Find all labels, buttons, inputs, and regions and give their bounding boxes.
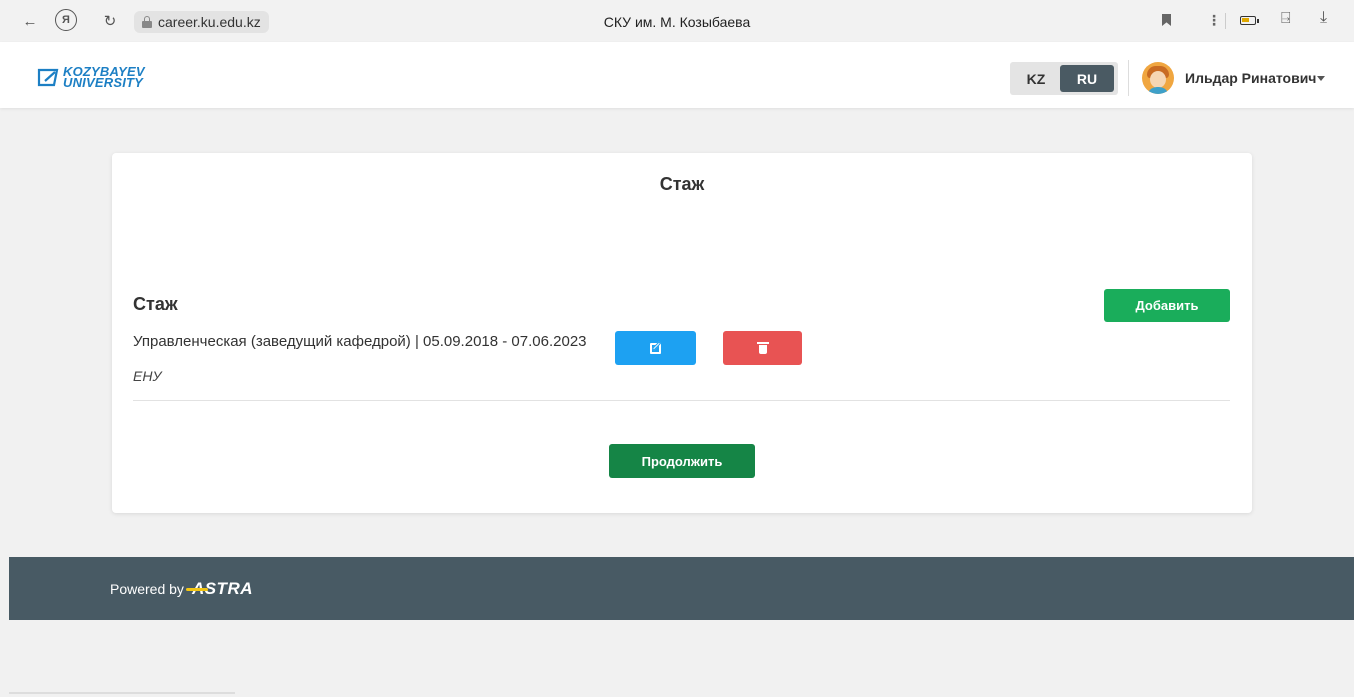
menu-icon[interactable]: ⋮ — [1207, 12, 1221, 29]
continue-button[interactable]: Продолжить — [609, 444, 755, 478]
experience-entry-text: Управленческая (заведущий кафедрой) | 05… — [133, 333, 587, 350]
delete-button[interactable] — [723, 331, 802, 365]
powered-by-label: Powered by — [110, 581, 184, 597]
add-button[interactable]: Добавить — [1104, 289, 1230, 322]
lang-kz-button[interactable]: KZ — [1020, 71, 1052, 87]
language-switcher: KZ RU — [1010, 62, 1118, 95]
horizontal-scrollbar[interactable] — [9, 692, 235, 694]
extension-icon[interactable]: ⍈ — [1281, 10, 1291, 28]
address-bar[interactable]: career.ku.edu.kz — [134, 11, 269, 33]
battery-icon[interactable] — [1240, 16, 1259, 25]
powered-by: Powered by ASTRA — [110, 579, 253, 599]
lang-ru-button[interactable]: RU — [1060, 65, 1114, 92]
site-footer: Powered by ASTRA — [9, 557, 1354, 620]
lock-icon — [142, 16, 152, 28]
section-title: Стаж — [133, 294, 178, 314]
page-title: Стаж — [659, 174, 705, 194]
download-icon[interactable]: ⤓ — [1320, 9, 1327, 27]
yandex-icon[interactable]: Я — [55, 9, 77, 31]
url-text: career.ku.edu.kz — [158, 14, 261, 30]
header-divider — [1128, 60, 1129, 96]
avatar[interactable] — [1142, 62, 1174, 94]
reload-icon[interactable]: ↻ — [98, 9, 122, 33]
user-name[interactable]: Ильдар Ринатович — [1185, 70, 1316, 86]
logo-line-2: UNIVERSITY — [63, 75, 144, 90]
chevron-down-icon[interactable] — [1317, 76, 1325, 81]
edit-button[interactable] — [615, 331, 696, 365]
university-logo[interactable]: KOZYBAYEV UNIVERSITY — [36, 65, 145, 90]
toolbar-divider — [1225, 13, 1226, 29]
logo-text: KOZYBAYEV UNIVERSITY — [63, 65, 145, 90]
bookmark-icon[interactable] — [1162, 14, 1171, 26]
back-icon[interactable]: ← — [18, 9, 42, 33]
experience-organization: ЕНУ — [133, 368, 162, 384]
browser-toolbar: ← Я ↻ career.ku.edu.kz СКУ им. М. Козыба… — [0, 0, 1354, 42]
divider — [133, 400, 1230, 401]
edit-icon — [649, 341, 662, 354]
logo-mark-icon — [36, 66, 60, 88]
trash-icon — [756, 342, 769, 354]
site-header: KOZYBAYEV UNIVERSITY KZ RU Ильдар Ринато… — [0, 42, 1354, 108]
astra-logo[interactable]: ASTRA — [185, 579, 253, 599]
experience-card: Стаж Стаж Добавить Управленческая (завед… — [112, 153, 1252, 513]
